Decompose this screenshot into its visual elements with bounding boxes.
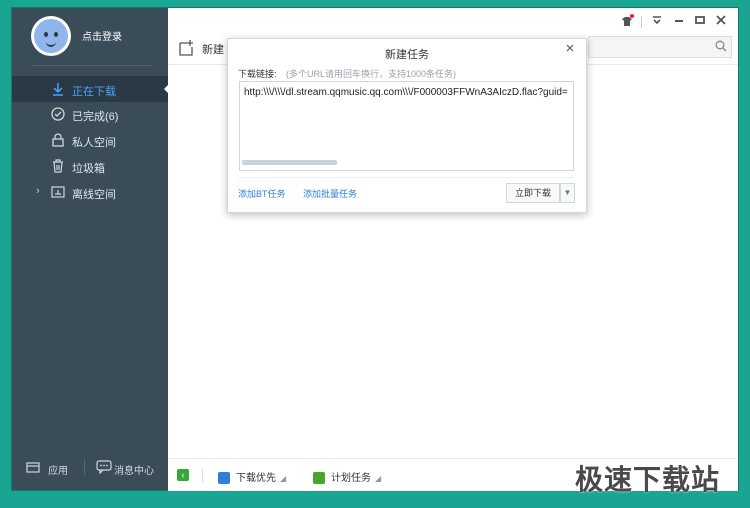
- avatar-face-icon: [34, 19, 68, 53]
- dropdown-arrow-icon: ◢: [280, 474, 287, 483]
- download-icon: [53, 83, 63, 96]
- search-icon[interactable]: [715, 40, 727, 52]
- new-task-button[interactable]: 新建: [202, 41, 224, 57]
- search-input[interactable]: [588, 36, 732, 58]
- sidebar-item-label: 正在下载: [72, 86, 116, 98]
- url-textarea[interactable]: http:\\\/\\\/dl.stream.qqmusic.qq.com\\\…: [239, 81, 574, 171]
- apps-label[interactable]: 应用: [48, 462, 68, 477]
- download-priority-button[interactable]: 下载优先 ◢: [218, 469, 287, 485]
- download-link-label: 下载链接:: [238, 69, 277, 79]
- sidebar-divider: [32, 65, 152, 66]
- new-task-dialog: 新建任务 × 下载链接: (多个URL请用回车换行，支持1000条任务) htt…: [227, 38, 587, 213]
- sidebar-item-offline-space[interactable]: › 离线空间: [12, 179, 168, 205]
- minimize-icon[interactable]: [672, 14, 686, 28]
- menu-dropdown-icon[interactable]: [650, 14, 664, 28]
- titlebar-divider: [641, 16, 642, 28]
- sidebar: 点击登录 正在下载 已完成(6) 私人空间 垃圾箱 › 离线空间 应用 消息中心: [12, 8, 169, 490]
- sidebar-item-label: 离线空间: [72, 189, 116, 201]
- dropdown-arrow-icon: ◢: [375, 474, 382, 483]
- apps-icon[interactable]: [26, 461, 40, 473]
- message-icon[interactable]: [96, 460, 112, 474]
- dialog-divider: [238, 177, 574, 178]
- chevron-right-icon[interactable]: ›: [36, 185, 40, 197]
- priority-label: 下载优先: [236, 473, 276, 484]
- check-circle-icon: [51, 107, 65, 121]
- dialog-close-icon[interactable]: ×: [563, 41, 577, 56]
- sidebar-item-downloading[interactable]: 正在下载: [12, 76, 169, 102]
- trash-icon: [53, 159, 63, 173]
- schedule-label: 计划任务: [331, 473, 371, 484]
- sidebar-item-completed[interactable]: 已完成(6): [12, 101, 168, 127]
- sidebar-item-label: 已完成(6): [72, 111, 119, 123]
- collapse-sidebar-button[interactable]: ‹: [177, 469, 195, 483]
- add-bt-task-link[interactable]: 添加BT任务: [238, 187, 286, 200]
- close-icon[interactable]: [714, 14, 728, 28]
- new-task-icon[interactable]: [178, 39, 194, 56]
- horizontal-scrollbar[interactable]: [242, 160, 337, 165]
- statusbar-divider: [202, 468, 203, 482]
- login-link[interactable]: 点击登录: [82, 28, 122, 43]
- skin-icon[interactable]: [620, 14, 634, 28]
- chevron-left-icon: ‹: [177, 469, 189, 481]
- window-titlebar: [168, 8, 738, 36]
- sidebar-item-private-space[interactable]: 私人空间: [12, 127, 168, 153]
- download-link-hint: (多个URL请用回车换行，支持1000条任务): [286, 69, 457, 79]
- lock-icon: [52, 133, 64, 147]
- maximize-icon[interactable]: [693, 14, 707, 28]
- url-value: http:\\\/\\\/dl.stream.qqmusic.qq.com\\\…: [244, 87, 568, 98]
- add-batch-task-link[interactable]: 添加批量任务: [303, 187, 357, 200]
- priority-icon: [218, 472, 230, 485]
- scheduled-tasks-button[interactable]: 计划任务 ◢: [313, 469, 382, 485]
- avatar[interactable]: [31, 16, 71, 56]
- watermark-logo: 极速下载站: [575, 464, 721, 495]
- schedule-icon: [313, 472, 325, 485]
- footer-divider: [84, 459, 85, 475]
- cloud-box-icon: [51, 186, 65, 198]
- dialog-title: 新建任务: [385, 49, 429, 61]
- download-now-button[interactable]: 立即下载: [506, 183, 560, 203]
- sidebar-item-label: 垃圾箱: [72, 163, 105, 175]
- messages-label[interactable]: 消息中心: [114, 462, 154, 477]
- sidebar-item-label: 私人空间: [72, 137, 116, 149]
- download-options-dropdown[interactable]: ▼: [560, 183, 575, 203]
- sidebar-item-trash[interactable]: 垃圾箱: [12, 153, 168, 179]
- sidebar-footer: 应用 消息中心: [12, 455, 168, 483]
